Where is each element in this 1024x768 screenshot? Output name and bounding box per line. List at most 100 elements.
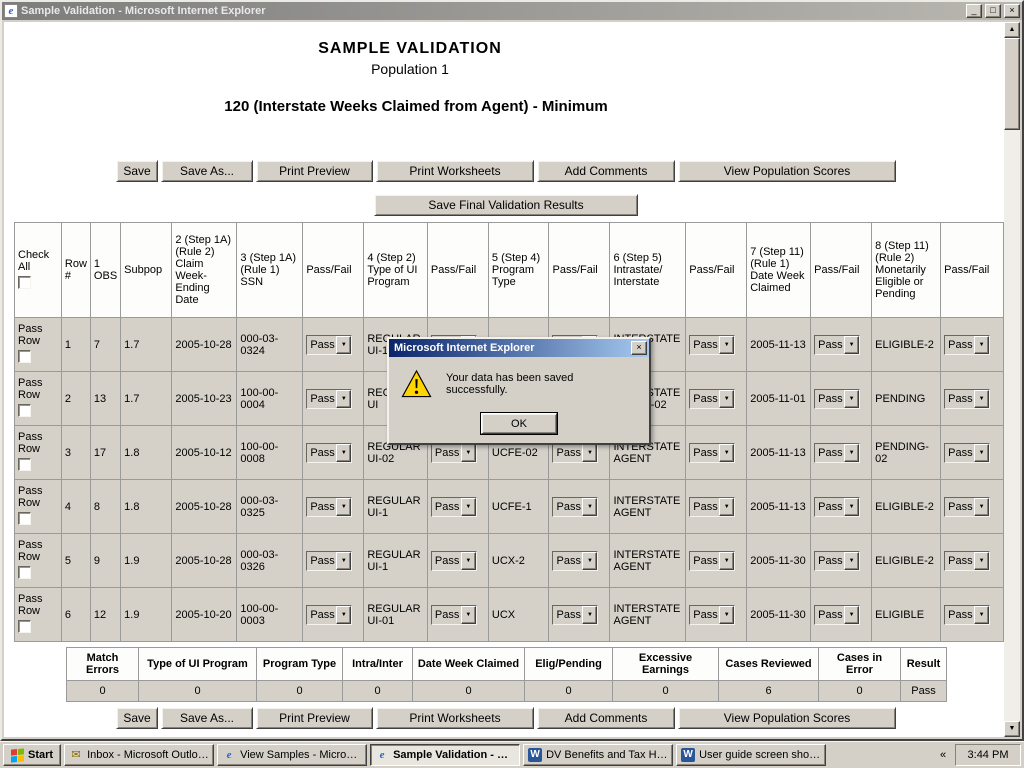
ie-icon: e bbox=[4, 4, 18, 18]
pass-fail-select[interactable]: Pass▼ bbox=[814, 389, 860, 409]
summary-value: 0 bbox=[819, 681, 901, 702]
pass-row-checkbox[interactable] bbox=[18, 512, 31, 525]
pass-fail-select[interactable]: Pass▼ bbox=[306, 335, 352, 355]
pass-fail-select[interactable]: Pass▼ bbox=[814, 443, 860, 463]
pass-fail-select[interactable]: Pass▼ bbox=[306, 497, 352, 517]
pass-fail-value: Pass bbox=[945, 447, 974, 459]
pass-fail-select[interactable]: Pass▼ bbox=[689, 605, 735, 625]
toolbar-button-view-population-scores[interactable]: View Population Scores bbox=[678, 160, 896, 182]
cell: 6 bbox=[61, 588, 90, 642]
toolbar-button-print-worksheets[interactable]: Print Worksheets bbox=[376, 707, 534, 729]
pass-fail-select[interactable]: Pass▼ bbox=[814, 335, 860, 355]
pass-fail-select[interactable]: Pass▼ bbox=[306, 605, 352, 625]
maximize-button[interactable]: □ bbox=[985, 4, 1001, 18]
scroll-down-icon[interactable]: ▼ bbox=[1004, 721, 1020, 737]
toolbar-button-save[interactable]: Save bbox=[116, 707, 158, 729]
summary-header: Match Errors bbox=[67, 648, 139, 681]
pass-fail-select[interactable]: Pass▼ bbox=[814, 551, 860, 571]
pass-row-checkbox[interactable] bbox=[18, 620, 31, 633]
page-subtitle: Population 1 bbox=[4, 61, 816, 77]
pass-fail-select[interactable]: Pass▼ bbox=[431, 497, 477, 517]
taskbar-item[interactable]: ✉Inbox - Microsoft Outlook bbox=[64, 744, 214, 766]
ok-button[interactable]: OK bbox=[481, 413, 557, 434]
pass-fail-select[interactable]: Pass▼ bbox=[944, 443, 990, 463]
chevron-icon[interactable]: « bbox=[935, 745, 951, 765]
dropdown-arrow-icon: ▼ bbox=[582, 552, 597, 570]
scroll-up-icon[interactable]: ▲ bbox=[1004, 22, 1020, 38]
column-header: Pass/Fail bbox=[686, 223, 747, 318]
summary-header: Result bbox=[901, 648, 947, 681]
pass-fail-select[interactable]: Pass▼ bbox=[306, 389, 352, 409]
pass-fail-select[interactable]: Pass▼ bbox=[944, 497, 990, 517]
toolbar-button-add-comments[interactable]: Add Comments bbox=[537, 160, 675, 182]
pass-row-checkbox[interactable] bbox=[18, 404, 31, 417]
pass-row-label: Pass Row bbox=[18, 431, 58, 455]
toolbar-button-print-preview[interactable]: Print Preview bbox=[256, 160, 373, 182]
pass-fail-value: Pass bbox=[307, 339, 336, 351]
pass-fail-select[interactable]: Pass▼ bbox=[814, 605, 860, 625]
pass-fail-select[interactable]: Pass▼ bbox=[944, 335, 990, 355]
pass-fail-select[interactable]: Pass▼ bbox=[689, 443, 735, 463]
pass-fail-value: Pass bbox=[432, 555, 461, 567]
pass-fail-value: Pass bbox=[945, 609, 974, 621]
pass-fail-select[interactable]: Pass▼ bbox=[689, 335, 735, 355]
taskbar-item[interactable]: WDV Benefits and Tax Han... bbox=[523, 744, 673, 766]
summary-header: Excessive Earnings bbox=[613, 648, 719, 681]
scrollbar-thumb[interactable] bbox=[1004, 38, 1020, 130]
dropdown-arrow-icon: ▼ bbox=[844, 336, 859, 354]
dropdown-arrow-icon: ▼ bbox=[974, 552, 989, 570]
vertical-scrollbar[interactable]: ▲ ▼ bbox=[1004, 22, 1020, 737]
column-header: Pass/Fail bbox=[941, 223, 1004, 318]
check-all-checkbox[interactable] bbox=[18, 276, 31, 289]
start-button[interactable]: Start bbox=[3, 744, 61, 766]
pass-fail-select[interactable]: Pass▼ bbox=[306, 551, 352, 571]
toolbar-button-add-comments[interactable]: Add Comments bbox=[537, 707, 675, 729]
taskbar-item[interactable]: eView Samples - Microsof... bbox=[217, 744, 367, 766]
close-button[interactable]: × bbox=[1004, 4, 1020, 18]
pass-fail-value: Pass bbox=[815, 555, 844, 567]
pass-fail-select[interactable]: Pass▼ bbox=[944, 551, 990, 571]
summary-value: Pass bbox=[901, 681, 947, 702]
toolbar-button-print-worksheets[interactable]: Print Worksheets bbox=[376, 160, 534, 182]
dropdown-arrow-icon: ▼ bbox=[719, 390, 734, 408]
summary-header: Elig/Pending bbox=[525, 648, 613, 681]
pass-fail-select[interactable]: Pass▼ bbox=[552, 443, 598, 463]
pass-fail-value: Pass bbox=[690, 339, 719, 351]
pass-fail-select[interactable]: Pass▼ bbox=[552, 605, 598, 625]
pass-fail-select[interactable]: Pass▼ bbox=[552, 497, 598, 517]
toolbar-button-save[interactable]: Save bbox=[116, 160, 158, 182]
save-final-validation-results-button[interactable]: Save Final Validation Results bbox=[374, 194, 638, 216]
dropdown-arrow-icon: ▼ bbox=[719, 336, 734, 354]
taskbar-item[interactable]: eSample Validation - M... bbox=[370, 744, 520, 766]
pass-fail-select[interactable]: Pass▼ bbox=[431, 605, 477, 625]
page-title-block: SAMPLE VALIDATION Population 1 bbox=[4, 40, 816, 77]
pass-fail-select[interactable]: Pass▼ bbox=[944, 605, 990, 625]
dialog-close-icon[interactable]: × bbox=[631, 341, 647, 355]
pass-row-checkbox[interactable] bbox=[18, 350, 31, 363]
cell: 8 bbox=[90, 480, 120, 534]
pass-fail-select[interactable]: Pass▼ bbox=[689, 551, 735, 571]
pass-row-checkbox[interactable] bbox=[18, 566, 31, 579]
pass-row-checkbox[interactable] bbox=[18, 458, 31, 471]
pass-fail-select[interactable]: Pass▼ bbox=[814, 497, 860, 517]
pass-fail-select[interactable]: Pass▼ bbox=[306, 443, 352, 463]
pass-fail-select[interactable]: Pass▼ bbox=[431, 443, 477, 463]
toolbar-button-save-as[interactable]: Save As... bbox=[161, 707, 253, 729]
toolbar-button-print-preview[interactable]: Print Preview bbox=[256, 707, 373, 729]
taskbar-item-label: Sample Validation - M... bbox=[393, 749, 515, 761]
cell: 100-00-0008 bbox=[237, 426, 303, 480]
cell: 2005-11-13 bbox=[747, 426, 811, 480]
pass-fail-select[interactable]: Pass▼ bbox=[431, 551, 477, 571]
toolbar-button-view-population-scores[interactable]: View Population Scores bbox=[678, 707, 896, 729]
minimize-button[interactable]: _ bbox=[966, 4, 982, 18]
taskbar-item[interactable]: WUser guide screen shots ... bbox=[676, 744, 826, 766]
pass-fail-select[interactable]: Pass▼ bbox=[944, 389, 990, 409]
summary-value: 0 bbox=[525, 681, 613, 702]
pass-fail-select[interactable]: Pass▼ bbox=[552, 551, 598, 571]
pass-fail-select[interactable]: Pass▼ bbox=[689, 497, 735, 517]
dropdown-arrow-icon: ▼ bbox=[844, 552, 859, 570]
toolbar-button-save-as[interactable]: Save As... bbox=[161, 160, 253, 182]
ie-icon: e bbox=[222, 748, 236, 762]
summary-header: Cases in Error bbox=[819, 648, 901, 681]
pass-fail-select[interactable]: Pass▼ bbox=[689, 389, 735, 409]
